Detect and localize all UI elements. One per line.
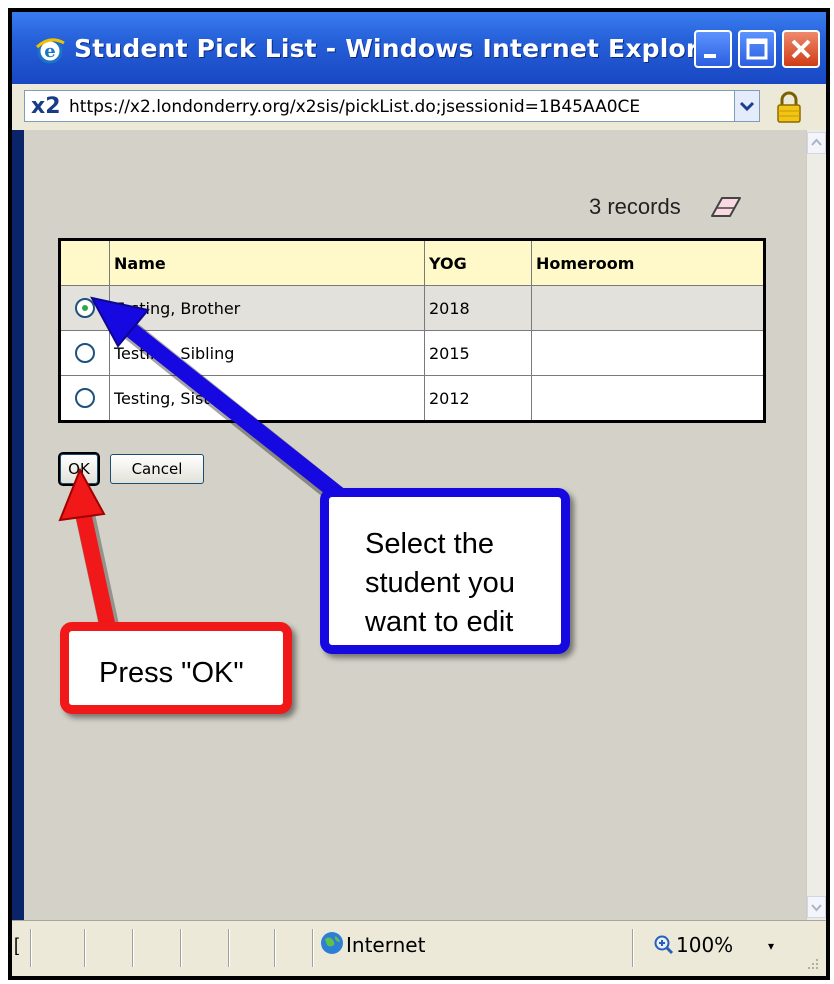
maximize-button[interactable] xyxy=(738,30,776,68)
callout-ok-text: Press "OK" xyxy=(99,657,244,689)
close-icon xyxy=(791,39,811,59)
student-homeroom xyxy=(531,330,765,376)
radio-selected[interactable] xyxy=(75,298,95,318)
chevron-down-icon xyxy=(811,904,822,912)
vertical-scrollbar[interactable] xyxy=(806,130,826,920)
address-bar: x2 https://x2.londonderry.org/x2sis/pick… xyxy=(12,84,826,130)
student-name: Testing, Brother xyxy=(109,285,425,331)
student-name: Testing, Sibling xyxy=(109,330,425,376)
eraser-icon[interactable] xyxy=(708,194,744,220)
table-row[interactable]: Testing, Sibling 2015 xyxy=(59,330,765,376)
student-homeroom xyxy=(531,285,765,331)
table-row[interactable]: Testing, Sister 2012 xyxy=(59,375,765,422)
address-dropdown-button[interactable] xyxy=(734,90,760,122)
svg-text:e: e xyxy=(44,41,55,62)
minimize-icon xyxy=(704,54,716,58)
row-select-cell[interactable] xyxy=(59,285,110,331)
zoom-level[interactable]: 100% xyxy=(676,933,733,957)
student-yog: 2015 xyxy=(424,330,532,376)
column-header-yog[interactable]: YOG xyxy=(424,239,532,286)
ie-logo-icon: e xyxy=(35,38,65,64)
table-header-row: Name YOG Homeroom xyxy=(59,239,765,286)
globe-icon xyxy=(321,932,343,954)
url-text: https://x2.londonderry.org/x2sis/pickLis… xyxy=(69,97,641,117)
student-yog: 2012 xyxy=(424,375,532,422)
resize-grip-icon[interactable] xyxy=(806,957,820,971)
minimize-button[interactable] xyxy=(694,30,732,68)
column-header-homeroom[interactable]: Homeroom xyxy=(531,239,765,286)
row-select-cell[interactable] xyxy=(59,375,110,422)
ok-button[interactable]: OK xyxy=(58,452,100,486)
callout-select-student: Select the student you want to edit xyxy=(320,488,570,654)
chevron-down-icon xyxy=(739,101,755,112)
record-count: 3 records xyxy=(589,194,681,219)
security-zone[interactable]: Internet xyxy=(346,933,425,957)
x2-logo: x2 xyxy=(31,94,61,119)
radio-unselected[interactable] xyxy=(75,388,95,408)
student-name: Testing, Sister xyxy=(109,375,425,422)
status-left-text: [ xyxy=(14,935,20,955)
title-bar[interactable]: e Student Pick List - Windows Internet E… xyxy=(12,12,826,84)
close-button[interactable] xyxy=(782,30,820,68)
maximize-icon xyxy=(746,38,768,60)
chevron-up-icon xyxy=(811,138,822,146)
window-title: Student Pick List - Windows Internet Exp… xyxy=(74,34,729,63)
select-column-header xyxy=(59,239,110,286)
student-homeroom xyxy=(531,375,765,422)
address-field[interactable]: x2 https://x2.londonderry.org/x2sis/pick… xyxy=(24,90,738,122)
cancel-button[interactable]: Cancel xyxy=(110,454,204,484)
zoom-icon[interactable] xyxy=(654,935,674,955)
student-yog: 2018 xyxy=(424,285,532,331)
student-table: Name YOG Homeroom Testing, Brother 2018 … xyxy=(58,238,766,423)
table-row[interactable]: Testing, Brother 2018 xyxy=(59,285,765,331)
column-header-name[interactable]: Name xyxy=(109,239,425,286)
scroll-up-button[interactable] xyxy=(807,132,826,154)
scroll-down-button[interactable] xyxy=(807,896,826,918)
status-bar: [ Internet 100% ▾ xyxy=(12,920,826,976)
callout-press-ok: Press "OK" xyxy=(60,622,292,714)
row-select-cell[interactable] xyxy=(59,330,110,376)
callout-select-text: Select the student you want to edit xyxy=(365,528,515,638)
lock-icon[interactable] xyxy=(774,90,804,124)
radio-unselected[interactable] xyxy=(75,343,95,363)
zoom-dropdown-icon[interactable]: ▾ xyxy=(768,939,774,953)
